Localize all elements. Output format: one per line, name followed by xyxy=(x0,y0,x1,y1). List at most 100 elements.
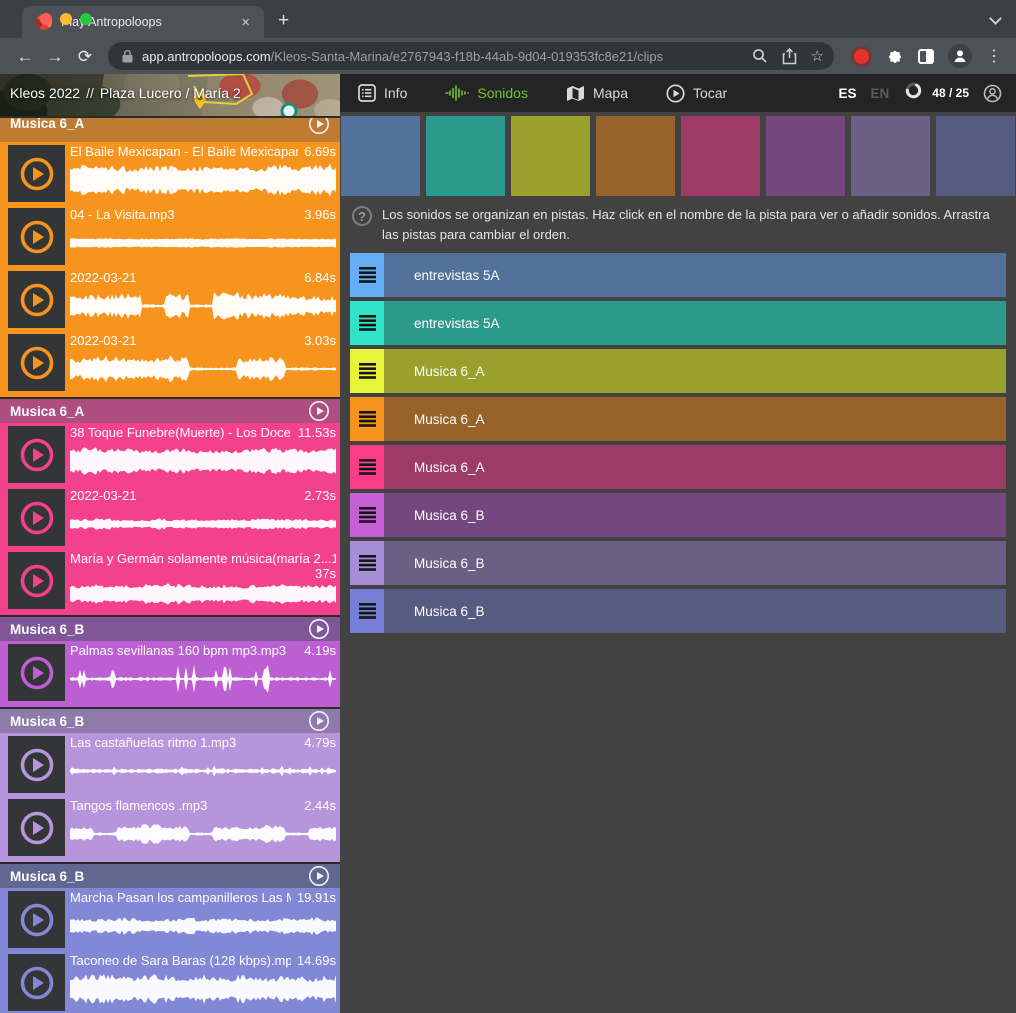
track-label[interactable]: Musica 6_B xyxy=(414,556,485,571)
track-body[interactable]: Musica 6_A xyxy=(384,445,1006,489)
track-row[interactable]: Musica 6_A xyxy=(350,445,1006,489)
tab-search-chevron-icon[interactable] xyxy=(989,12,1002,25)
nav-item-tocar[interactable]: Tocar xyxy=(666,84,727,103)
recording-extension-icon[interactable] xyxy=(854,49,869,64)
clip-play-button[interactable] xyxy=(8,552,65,609)
nav-item-info[interactable]: Info xyxy=(358,84,407,103)
browser-profile-avatar[interactable] xyxy=(948,44,972,68)
track-row[interactable]: Musica 6_A xyxy=(350,397,1006,441)
clip-row[interactable]: Las castañuelas ritmo 1.mp3 4.79s xyxy=(0,733,340,796)
section-header[interactable]: Musica 6_B xyxy=(0,864,340,888)
track-swatch[interactable] xyxy=(596,116,675,196)
track-swatch[interactable] xyxy=(511,116,590,196)
track-body[interactable]: Musica 6_B xyxy=(384,493,1006,537)
section-play-icon[interactable] xyxy=(308,400,330,422)
clip-play-button[interactable] xyxy=(8,736,65,793)
track-swatch[interactable] xyxy=(341,116,420,196)
extensions-puzzle-icon[interactable] xyxy=(887,48,904,65)
clip-row[interactable]: 2022-03-21 3.03s xyxy=(0,331,340,394)
track-label[interactable]: Musica 6_B xyxy=(414,604,485,619)
bookmark-star-icon[interactable]: ☆ xyxy=(811,47,824,65)
clip-play-button[interactable] xyxy=(8,644,65,701)
track-body[interactable]: entrevistas 5A xyxy=(384,301,1006,345)
track-swatch[interactable] xyxy=(426,116,505,196)
clip-row[interactable]: 38 Toque Funebre(Muerte) - Los Doce Par.… xyxy=(0,423,340,486)
track-body[interactable]: Musica 6_A xyxy=(384,397,1006,441)
map-header[interactable]: Kleos 2022//Plaza Lucero / María 2 xyxy=(0,74,340,116)
nav-item-mapa[interactable]: Mapa xyxy=(566,84,628,103)
clip-play-button[interactable] xyxy=(8,426,65,483)
track-body[interactable]: Musica 6_A xyxy=(384,349,1006,393)
zoom-page-icon[interactable] xyxy=(752,48,768,64)
track-drag-handle[interactable] xyxy=(350,445,384,489)
clip-row[interactable]: 04 - La Visita.mp3 3.96s xyxy=(0,205,340,268)
clip-play-button[interactable] xyxy=(8,271,65,328)
back-button[interactable]: ← xyxy=(12,48,38,65)
section-header[interactable]: Musica 6_A xyxy=(0,399,340,423)
clip-row[interactable]: 2022-03-21 2.73s xyxy=(0,486,340,549)
track-label[interactable]: Musica 6_A xyxy=(414,364,485,379)
browser-menu-icon[interactable]: ⋮ xyxy=(986,46,1002,66)
track-drag-handle[interactable] xyxy=(350,397,384,441)
forward-button[interactable]: → xyxy=(42,48,68,65)
track-row[interactable]: Musica 6_B xyxy=(350,589,1006,633)
reload-button[interactable]: ⟳ xyxy=(72,48,98,65)
track-drag-handle[interactable] xyxy=(350,301,384,345)
address-bar[interactable]: app.antropoloops.com/Kleos-Santa-Marina/… xyxy=(108,42,834,70)
track-drag-handle[interactable] xyxy=(350,589,384,633)
track-swatch[interactable] xyxy=(681,116,760,196)
track-row[interactable]: entrevistas 5A xyxy=(350,301,1006,345)
track-body[interactable]: Musica 6_B xyxy=(384,541,1006,585)
section-play-icon[interactable] xyxy=(308,710,330,732)
track-body[interactable]: entrevistas 5A xyxy=(384,253,1006,297)
track-label[interactable]: Musica 6_A xyxy=(414,460,485,475)
track-label[interactable]: Musica 6_B xyxy=(414,508,485,523)
clip-row[interactable]: El Baile Mexicapan - El Baile Mexicapan.… xyxy=(0,142,340,205)
section-play-icon[interactable] xyxy=(308,618,330,640)
track-swatch[interactable] xyxy=(936,116,1015,196)
account-icon[interactable] xyxy=(983,84,1002,103)
clip-row[interactable]: María y Germán solamente música(maría 2.… xyxy=(0,549,340,612)
clip-row[interactable]: Taconeo de Sara Baras (128 kbps).mp3 14.… xyxy=(0,951,340,1013)
side-panel-icon[interactable] xyxy=(918,49,934,64)
track-label[interactable]: entrevistas 5A xyxy=(414,268,500,283)
clip-play-button[interactable] xyxy=(8,954,65,1011)
minimize-window-button[interactable] xyxy=(60,13,72,25)
clip-play-button[interactable] xyxy=(8,891,65,948)
track-drag-handle[interactable] xyxy=(350,493,384,537)
close-window-button[interactable] xyxy=(40,13,52,25)
track-row[interactable]: Musica 6_B xyxy=(350,493,1006,537)
track-row[interactable]: Musica 6_A xyxy=(350,349,1006,393)
track-label[interactable]: entrevistas 5A xyxy=(414,316,500,331)
section-play-icon[interactable] xyxy=(308,118,330,135)
clip-row[interactable]: 2022-03-21 6.84s xyxy=(0,268,340,331)
clip-row[interactable]: Marcha Pasan los campanilleros Las Mejor… xyxy=(0,888,340,951)
track-drag-handle[interactable] xyxy=(350,541,384,585)
clip-play-button[interactable] xyxy=(8,208,65,265)
section-header[interactable]: Musica 6_B xyxy=(0,617,340,641)
tab-close-icon[interactable]: × xyxy=(237,13,254,32)
clip-play-button[interactable] xyxy=(8,334,65,391)
share-icon[interactable] xyxy=(782,48,797,65)
clip-play-button[interactable] xyxy=(8,799,65,856)
clip-row[interactable]: Tangos flamencos .mp3 2.44s xyxy=(0,796,340,859)
nav-item-sonidos[interactable]: Sonidos xyxy=(445,84,528,103)
language-es-button[interactable]: ES xyxy=(839,86,857,101)
track-swatch[interactable] xyxy=(766,116,845,196)
track-drag-handle[interactable] xyxy=(350,349,384,393)
clip-row[interactable]: Palmas sevillanas 160 bpm mp3.mp3 4.19s xyxy=(0,641,340,704)
track-swatch[interactable] xyxy=(851,116,930,196)
clip-play-button[interactable] xyxy=(8,489,65,546)
track-row[interactable]: entrevistas 5A xyxy=(350,253,1006,297)
language-en-button[interactable]: EN xyxy=(871,86,890,101)
section-header[interactable]: Musica 6_B xyxy=(0,709,340,733)
section-play-icon[interactable] xyxy=(308,865,330,887)
clip-play-button[interactable] xyxy=(8,145,65,202)
track-label[interactable]: Musica 6_A xyxy=(414,412,485,427)
maximize-window-button[interactable] xyxy=(80,13,92,25)
new-tab-button[interactable]: + xyxy=(278,10,289,32)
track-drag-handle[interactable] xyxy=(350,253,384,297)
track-body[interactable]: Musica 6_B xyxy=(384,589,1006,633)
track-row[interactable]: Musica 6_B xyxy=(350,541,1006,585)
section-header[interactable]: Musica 6_A xyxy=(0,118,340,142)
